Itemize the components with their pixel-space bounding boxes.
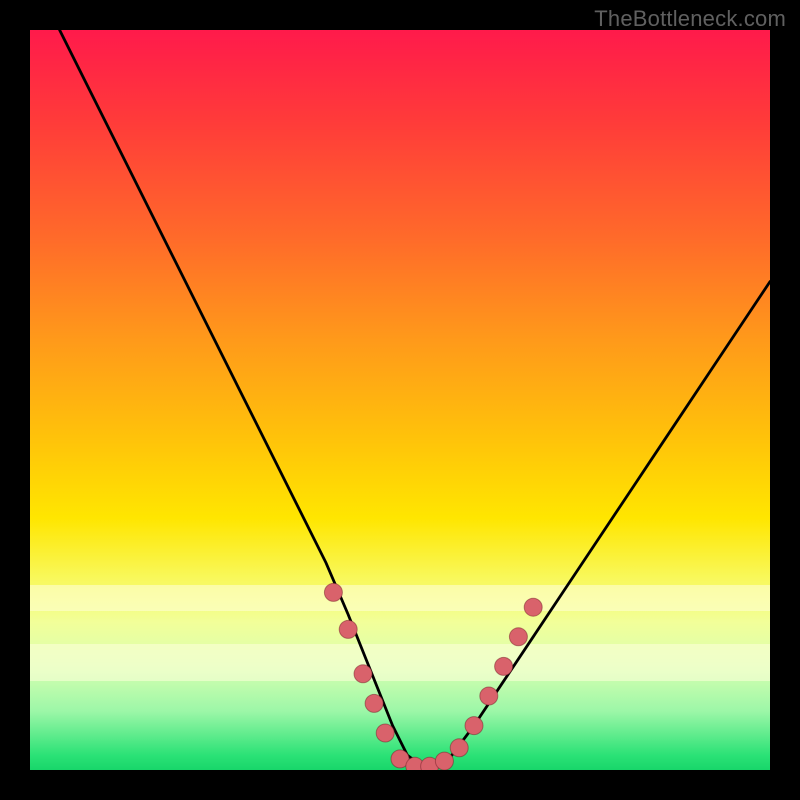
marker-dot xyxy=(465,717,483,735)
marker-dots xyxy=(30,30,770,770)
marker-dot xyxy=(524,598,542,616)
marker-dot xyxy=(509,628,527,646)
chart-frame: TheBottleneck.com xyxy=(0,0,800,800)
marker-dot xyxy=(450,739,468,757)
marker-dot xyxy=(495,657,513,675)
marker-dot xyxy=(354,665,372,683)
marker-dot xyxy=(435,752,453,770)
marker-dot xyxy=(339,620,357,638)
marker-dot xyxy=(365,694,383,712)
watermark-text: TheBottleneck.com xyxy=(594,6,786,32)
plot-area xyxy=(30,30,770,770)
marker-dot xyxy=(324,583,342,601)
marker-dot xyxy=(480,687,498,705)
marker-dot xyxy=(376,724,394,742)
